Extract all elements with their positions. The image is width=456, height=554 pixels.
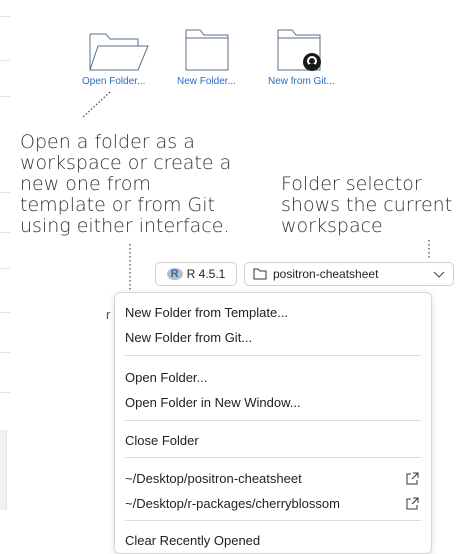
bg-divider bbox=[0, 192, 10, 193]
new-folder-label[interactable]: New Folder... bbox=[177, 76, 236, 87]
bg-divider bbox=[0, 268, 10, 269]
bg-divider bbox=[0, 392, 10, 393]
folder-icon bbox=[185, 29, 229, 71]
obscured-text: r bbox=[106, 307, 111, 322]
chevron-down-icon bbox=[433, 271, 445, 278]
bg-divider bbox=[0, 352, 10, 353]
r-interpreter-button[interactable]: R R 4.5.1 bbox=[155, 262, 237, 286]
annotation-pointer bbox=[81, 91, 111, 119]
new-folder-action[interactable] bbox=[184, 26, 230, 72]
menu-item-recent-2[interactable]: ~/Desktop/r-packages/cherryblossom bbox=[125, 496, 340, 511]
bg-divider bbox=[0, 16, 10, 17]
menu-separator bbox=[125, 355, 421, 356]
menu-item-recent-1[interactable]: ~/Desktop/positron-cheatsheet bbox=[125, 471, 302, 486]
menu-item-new-folder-git[interactable]: New Folder from Git... bbox=[125, 330, 252, 345]
menu-separator bbox=[125, 520, 421, 521]
menu-item-open-folder[interactable]: Open Folder... bbox=[125, 370, 207, 385]
folder-menu: New Folder from Template... New Folder f… bbox=[114, 292, 432, 554]
open-external-icon[interactable] bbox=[405, 472, 419, 486]
annotation-pointer bbox=[428, 240, 430, 260]
github-folder-icon bbox=[277, 29, 321, 71]
folder-outline-icon bbox=[253, 268, 267, 280]
menu-item-close-folder[interactable]: Close Folder bbox=[125, 433, 199, 448]
annotation-folder-selector: Folder selector shows the current worksp… bbox=[281, 173, 453, 237]
open-folder-action[interactable] bbox=[86, 26, 150, 72]
folder-open-icon bbox=[89, 33, 149, 71]
new-from-git-action[interactable] bbox=[276, 26, 326, 72]
folder-selector-label: positron-cheatsheet bbox=[273, 267, 379, 281]
bg-panel-edge bbox=[0, 430, 7, 510]
bg-divider bbox=[0, 312, 10, 313]
bg-divider bbox=[0, 60, 10, 61]
open-folder-label[interactable]: Open Folder... bbox=[82, 76, 145, 87]
r-logo-icon: R bbox=[166, 268, 183, 280]
menu-separator bbox=[125, 457, 421, 458]
r-version-label: R 4.5.1 bbox=[186, 267, 226, 281]
menu-item-clear-recent[interactable]: Clear Recently Opened bbox=[125, 533, 260, 548]
menu-separator bbox=[125, 420, 421, 421]
open-external-icon[interactable] bbox=[405, 497, 419, 511]
menu-item-open-folder-new-window[interactable]: Open Folder in New Window... bbox=[125, 395, 301, 410]
new-from-git-label[interactable]: New from Git... bbox=[268, 76, 335, 87]
bg-divider bbox=[0, 232, 10, 233]
annotation-workspace: Open a folder as a workspace or create a… bbox=[20, 131, 232, 237]
menu-item-new-folder-template[interactable]: New Folder from Template... bbox=[125, 305, 288, 320]
folder-selector[interactable]: positron-cheatsheet bbox=[244, 262, 454, 286]
bg-divider bbox=[0, 96, 10, 97]
